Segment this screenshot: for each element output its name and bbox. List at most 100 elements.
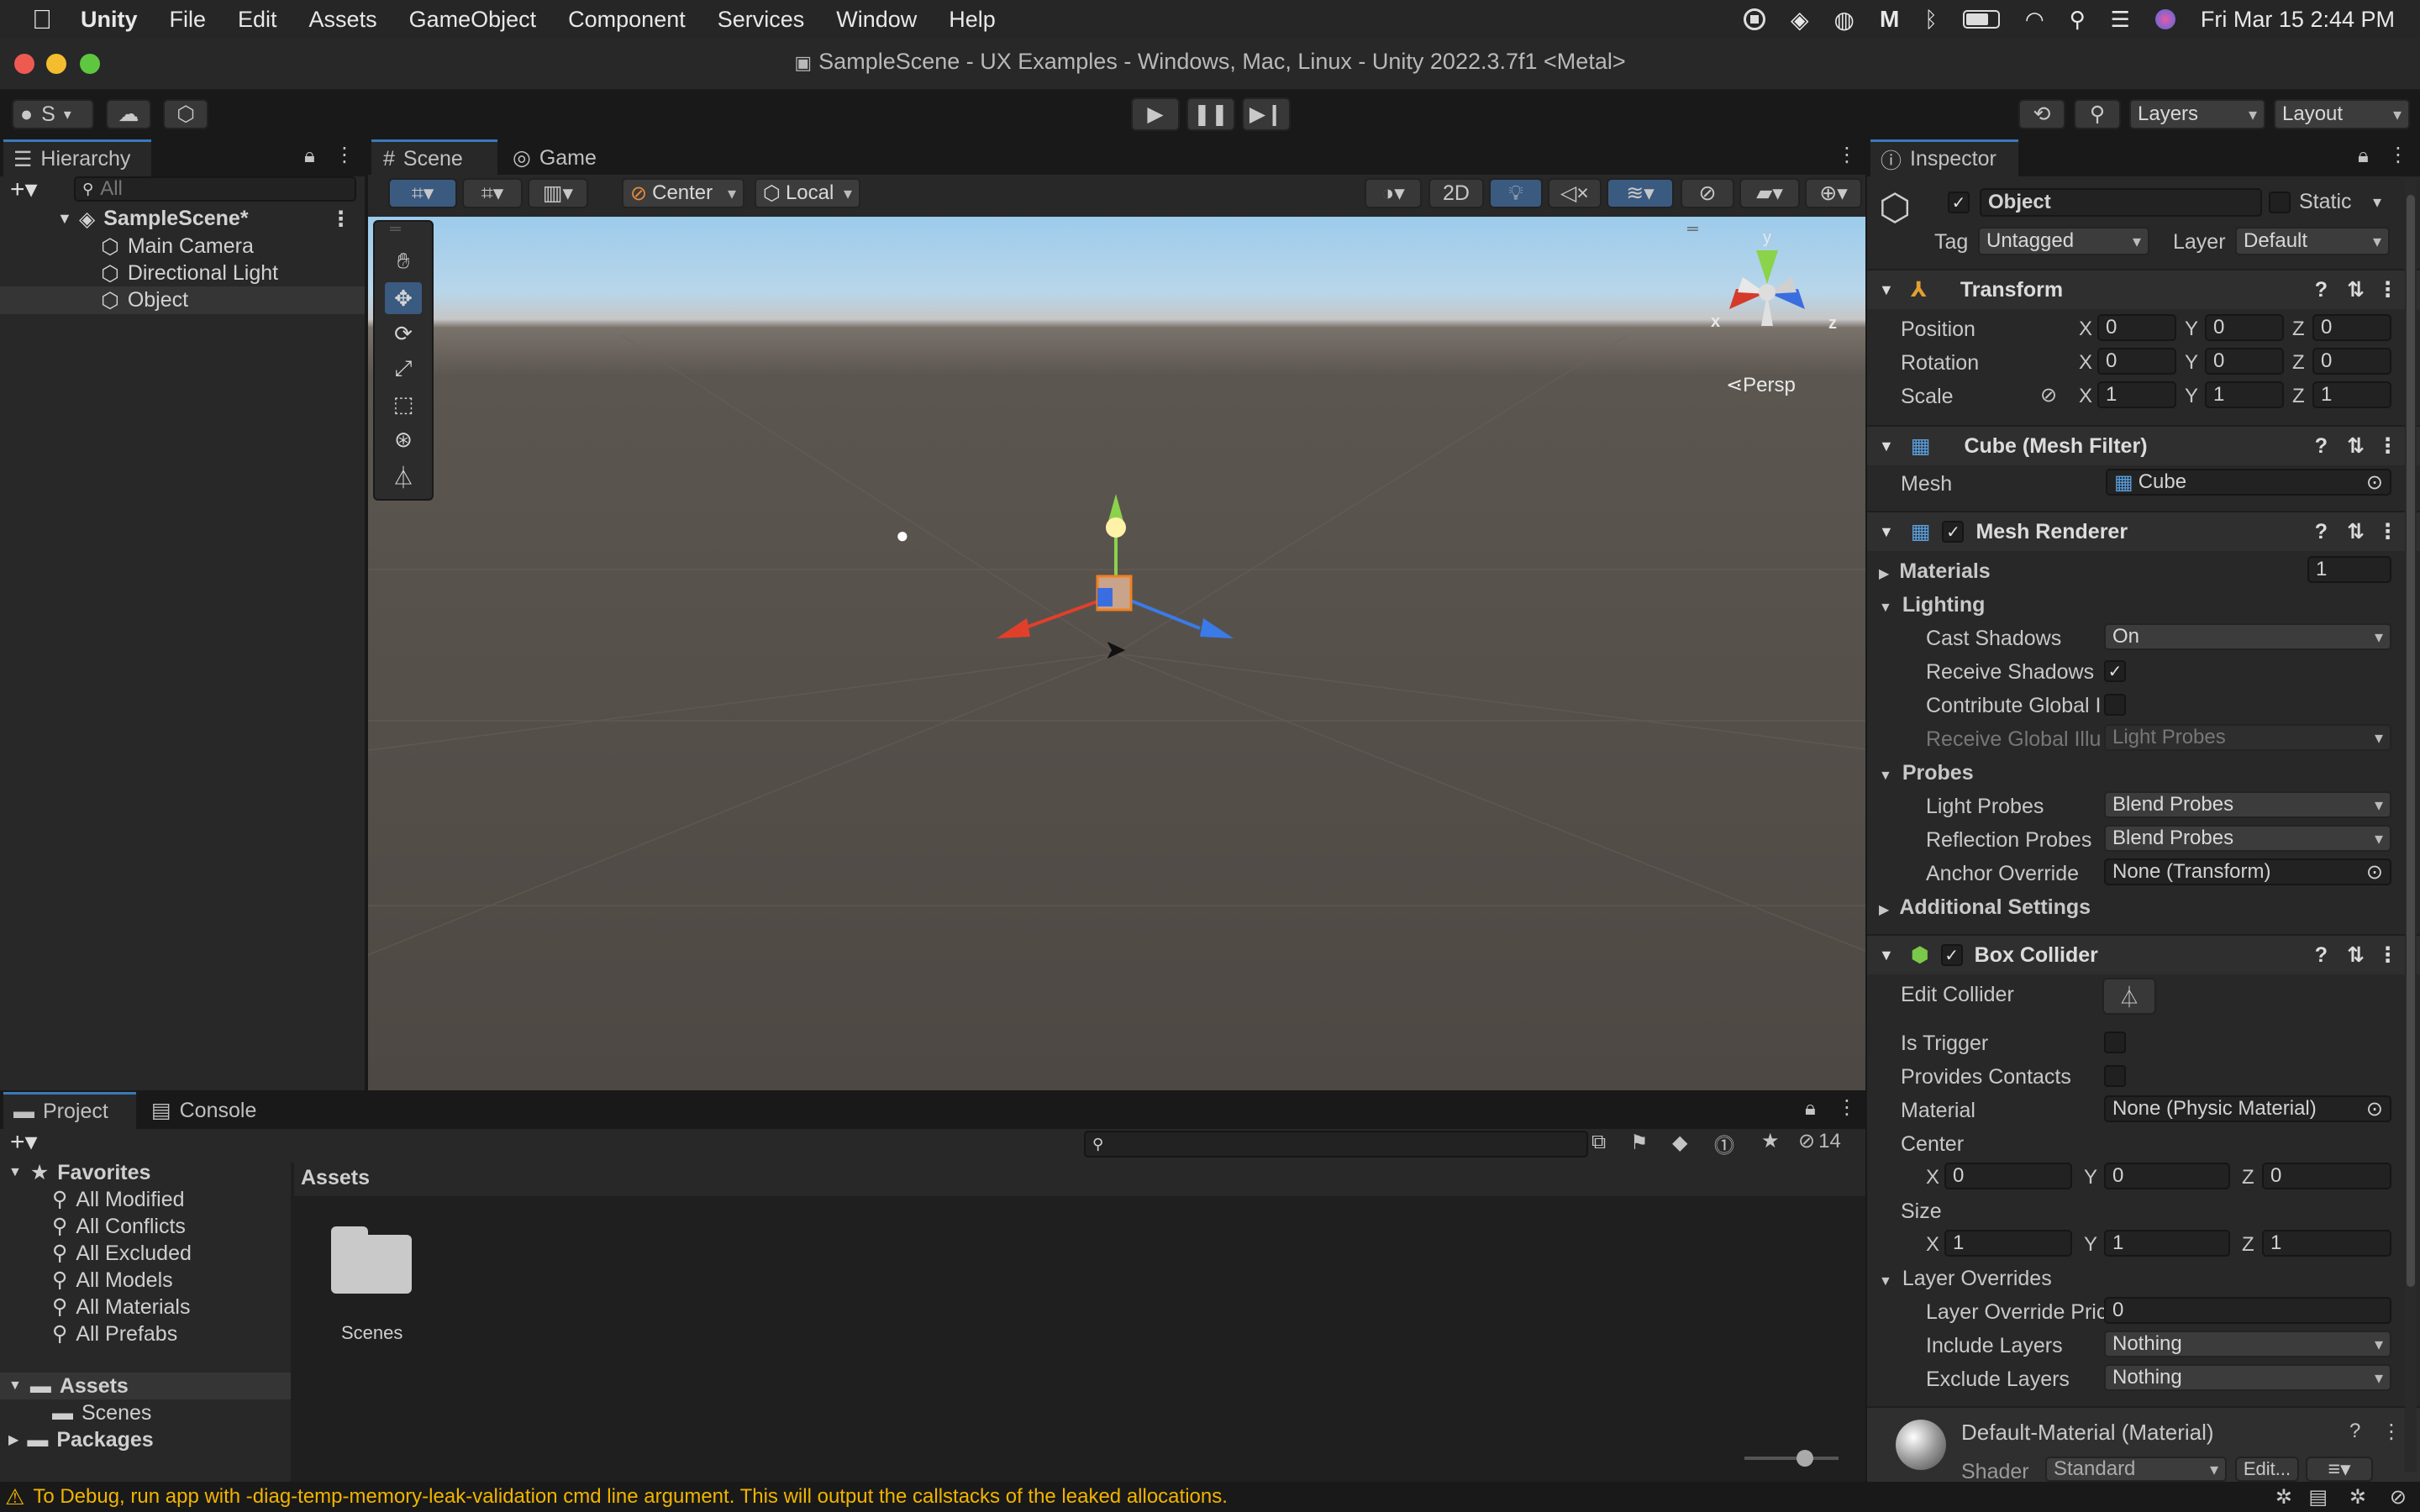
scene-row[interactable]: ▼ ◈ SampleScene* ⋮: [0, 205, 365, 233]
rotation-z-field[interactable]: 0: [2312, 348, 2391, 375]
center-y-field[interactable]: 0: [2104, 1163, 2230, 1189]
camera-settings-dropdown[interactable]: ▰▾: [1739, 178, 1800, 208]
hidden-objects-toggle[interactable]: ⊘: [1681, 178, 1734, 208]
favorite-item[interactable]: ⚲ All Prefabs: [52, 1320, 177, 1347]
static-dropdown-icon[interactable]: ▾: [2373, 192, 2381, 213]
step-button[interactable]: ▶❙: [1242, 97, 1291, 131]
space-mode-dropdown[interactable]: ⬡ Local: [755, 178, 860, 208]
rotate-tool[interactable]: ⟳: [385, 318, 422, 349]
gizmos-dropdown[interactable]: ⊕▾: [1805, 178, 1862, 208]
cast-shadows-dropdown[interactable]: On: [2104, 623, 2391, 650]
tab-project[interactable]: ▬ Project: [3, 1092, 136, 1129]
scale-z-field[interactable]: 1: [2312, 381, 2391, 408]
hierarchy-item[interactable]: ⬡ Directional Light: [0, 260, 365, 287]
hierarchy-search-input[interactable]: ⚲ All: [74, 176, 356, 202]
menu-assets[interactable]: Assets: [309, 7, 377, 33]
tab-console[interactable]: ▤ Console: [148, 1092, 274, 1129]
object-picker-icon[interactable]: ⊙: [2366, 860, 2383, 885]
presets-icon[interactable]: ⇅: [2347, 433, 2365, 459]
layers-dropdown[interactable]: Layers: [2129, 99, 2265, 129]
collapse-arrow-icon[interactable]: ▼: [1879, 523, 1894, 541]
favorite-item[interactable]: ⚲ All Modified: [52, 1186, 185, 1213]
mesh-renderer-header[interactable]: ▼ ▦ ✓ Mesh Renderer ? ⇅ ⋮: [1867, 511, 2420, 551]
collapse-arrow-icon[interactable]: ▼: [1879, 281, 1894, 299]
undo-history-button[interactable]: ⟲: [2018, 99, 2065, 129]
help-icon[interactable]: ?: [2315, 943, 2328, 968]
tab-scene[interactable]: # Scene: [371, 139, 497, 176]
component-menu-icon[interactable]: ⋮: [2377, 942, 2398, 968]
hierarchy-item[interactable]: ⬡ Main Camera: [0, 233, 365, 260]
scene-more-options-icon[interactable]: ⋮: [1837, 143, 1857, 167]
position-x-field[interactable]: 0: [2097, 314, 2176, 341]
help-icon[interactable]: ?: [2315, 520, 2328, 544]
add-object-button[interactable]: +▾: [10, 175, 38, 204]
scale-y-field[interactable]: 1: [2205, 381, 2284, 408]
tab-game[interactable]: ◎ Game: [508, 139, 625, 176]
size-y-field[interactable]: 1: [2104, 1230, 2230, 1257]
inspector-scroll-thumb[interactable]: [2407, 195, 2415, 1287]
menu-edit[interactable]: Edit: [238, 7, 277, 33]
light-probes-dropdown[interactable]: Blend Probes: [2104, 791, 2391, 818]
object-name-field[interactable]: Object: [1980, 188, 2262, 217]
help-icon[interactable]: ?: [2315, 278, 2328, 302]
help-icon[interactable]: ?: [2315, 434, 2328, 459]
palette-drag-icon[interactable]: ═: [390, 220, 401, 238]
spotlight-search-icon[interactable]: ⚲: [2070, 7, 2086, 33]
play-button[interactable]: ▶: [1131, 97, 1180, 131]
warning-filter-icon[interactable]: ⓵: [1714, 1129, 1734, 1158]
layer-dropdown[interactable]: Default: [2235, 227, 2390, 255]
transform-tool[interactable]: ⊛: [385, 423, 422, 455]
reflection-probes-dropdown[interactable]: Blend Probes: [2104, 825, 2391, 852]
search-by-type-icon[interactable]: ⧉: [1591, 1131, 1606, 1154]
static-checkbox[interactable]: [2269, 192, 2291, 213]
scenes-folder-asset[interactable]: [331, 1226, 415, 1294]
hierarchy-item-selected[interactable]: ⬡ Object: [0, 286, 365, 314]
probes-foldout[interactable]: ▼ Probes: [1879, 761, 1974, 785]
account-dropdown[interactable]: ● S ▾: [12, 99, 94, 129]
layer-override-priority-field[interactable]: 0: [2104, 1297, 2391, 1324]
receive-shadows-checkbox[interactable]: ✓: [2104, 660, 2126, 682]
object-active-checkbox[interactable]: ✓: [1948, 192, 1970, 213]
packages-folder-item[interactable]: ▶ ▬ Packages: [8, 1426, 154, 1453]
menu-gameobject[interactable]: GameObject: [409, 7, 537, 33]
assets-folder-selected[interactable]: ▼ ▬ Assets: [0, 1373, 291, 1399]
custom-tool[interactable]: ⏃: [385, 460, 422, 492]
siri-icon[interactable]: [2154, 9, 2175, 29]
lighting-toggle[interactable]: 💡︎: [1489, 178, 1543, 208]
audio-toggle[interactable]: ◁×: [1548, 178, 1602, 208]
menu-component[interactable]: Component: [568, 7, 686, 33]
scenes-folder-item[interactable]: ▬ Scenes: [52, 1399, 151, 1426]
rotation-y-field[interactable]: 0: [2205, 348, 2284, 375]
component-menu-icon[interactable]: ⋮: [2377, 433, 2398, 459]
bake-icon[interactable]: ✲: [2349, 1485, 2366, 1509]
favorites-foldout[interactable]: ▼ ★ Favorites: [8, 1159, 150, 1186]
search-by-label-icon[interactable]: ⚑: [1630, 1131, 1649, 1155]
gizmo-drag-handle-icon[interactable]: ═: [1687, 220, 1698, 238]
tab-hierarchy[interactable]: ☰ Hierarchy: [3, 139, 151, 176]
slider-thumb[interactable]: [1744, 1450, 1839, 1467]
project-more-icon[interactable]: ⋮: [1837, 1095, 1857, 1120]
inspector-scrollbar[interactable]: [2405, 178, 2417, 1472]
edit-collider-button[interactable]: ⏃: [2102, 978, 2156, 1015]
materials-foldout[interactable]: ▶ Materials: [1879, 559, 1991, 584]
rect-tool[interactable]: ⬚: [385, 388, 422, 420]
rotation-x-field[interactable]: 0: [2097, 348, 2176, 375]
position-y-field[interactable]: 0: [2205, 314, 2284, 341]
provides-contacts-checkbox[interactable]: [2104, 1065, 2126, 1087]
layer-overrides-foldout[interactable]: ▼ Layer Overrides: [1879, 1267, 2052, 1291]
project-lock-icon[interactable]: 🔒︎: [1805, 1097, 1816, 1121]
status-message[interactable]: To Debug, run app with -diag-temp-memory…: [33, 1485, 1228, 1509]
assets-breadcrumb[interactable]: Assets: [301, 1166, 370, 1190]
component-menu-icon[interactable]: ⋮: [2377, 519, 2398, 544]
mesh-renderer-enabled-checkbox[interactable]: ✓: [1942, 521, 1965, 543]
effects-dropdown[interactable]: ≋▾: [1607, 178, 1674, 208]
anchor-override-field[interactable]: None (Transform) ⊙: [2104, 858, 2391, 885]
project-search-input[interactable]: ⚲: [1084, 1131, 1588, 1158]
mesh-object-field[interactable]: ▦ Cube ⊙: [2106, 469, 2391, 496]
contribute-gi-checkbox[interactable]: [2104, 694, 2126, 716]
create-asset-button[interactable]: +▾: [10, 1127, 38, 1157]
presets-icon[interactable]: ⇅: [2347, 519, 2365, 544]
favorite-item[interactable]: ⚲ All Conflicts: [52, 1213, 186, 1240]
collapse-arrow-icon[interactable]: ▼: [1879, 947, 1894, 964]
lighting-foldout[interactable]: ▼ Lighting: [1879, 593, 1985, 617]
